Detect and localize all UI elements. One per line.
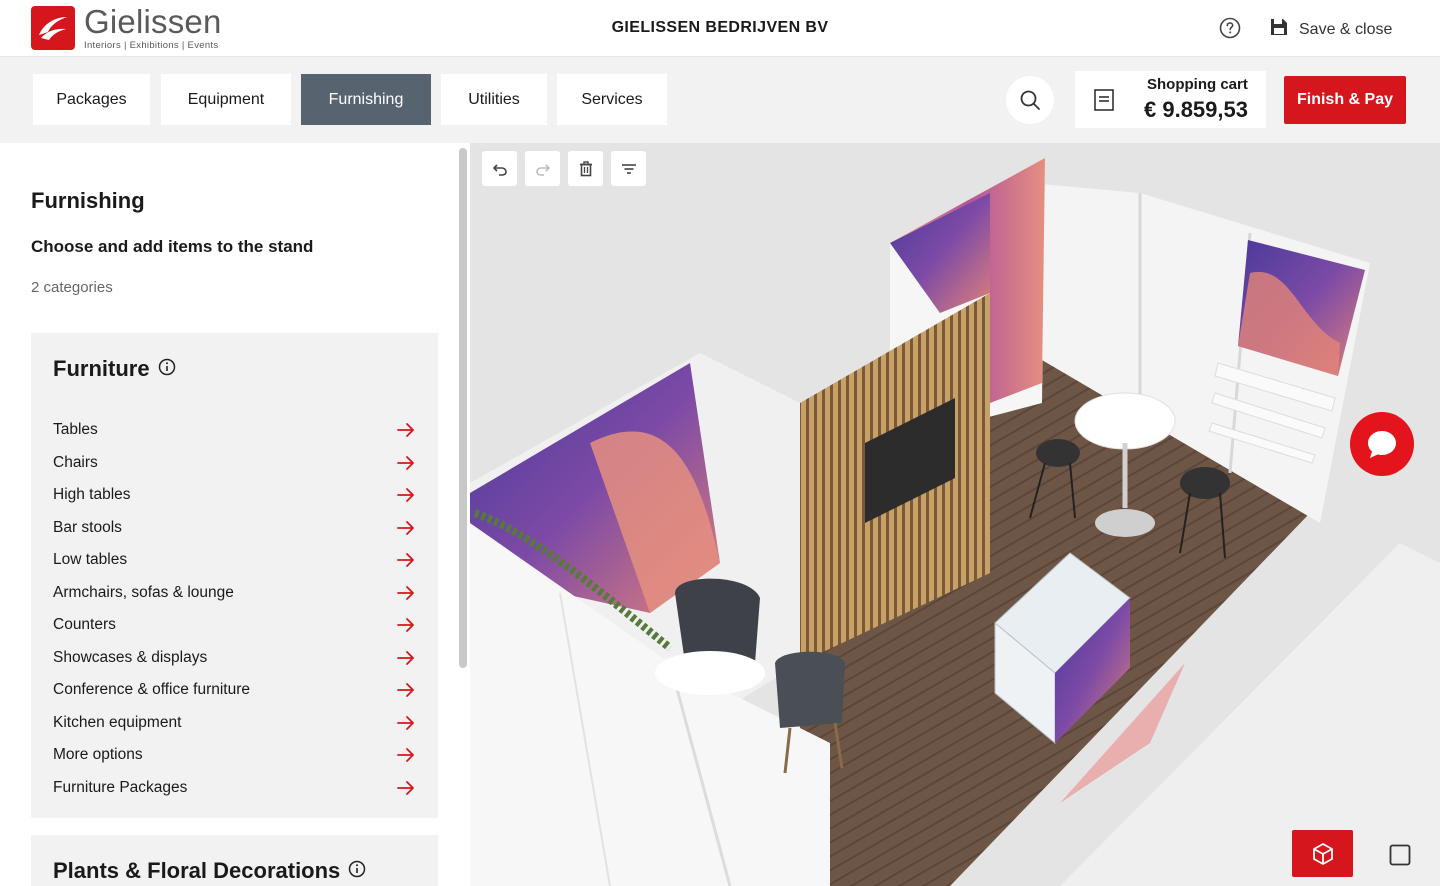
tab-services[interactable]: Services xyxy=(557,74,667,125)
furniture-item-label: Low tables xyxy=(53,551,128,568)
furniture-item[interactable]: Counters xyxy=(53,612,415,638)
floppy-disk-icon xyxy=(1270,18,1288,41)
arrow-right-icon xyxy=(397,715,414,730)
category-count: 2 categories xyxy=(31,279,113,296)
furniture-item-label: Conference & office furniture xyxy=(53,681,251,698)
undo-icon xyxy=(492,163,507,176)
cart-label: Shopping cart xyxy=(1147,76,1248,93)
panel-title: Furnishing xyxy=(31,188,145,213)
furniture-item[interactable]: Chairs xyxy=(53,450,415,476)
furniture-item[interactable]: Low tables xyxy=(53,547,415,573)
redo-button[interactable] xyxy=(525,151,560,186)
search-icon xyxy=(1020,90,1040,110)
nav-bar: Packages Equipment Furnishing Utilities … xyxy=(0,57,1440,143)
undo-button[interactable] xyxy=(482,151,517,186)
view-2d-button[interactable] xyxy=(1386,841,1414,869)
furniture-item-label: Tables xyxy=(53,421,98,438)
info-icon[interactable] xyxy=(158,356,176,382)
arrow-right-icon xyxy=(397,455,414,470)
arrow-right-icon xyxy=(397,618,414,632)
arrow-right-icon xyxy=(397,553,414,567)
arrow-right-icon xyxy=(397,585,414,600)
panel-subtitle: Choose and add items to the stand xyxy=(31,237,314,256)
filter-icon xyxy=(621,163,636,174)
finish-pay-button[interactable]: Finish & Pay xyxy=(1284,76,1406,124)
arrow-right-icon xyxy=(397,780,414,795)
furniture-item-label: Armchairs, sofas & lounge xyxy=(53,583,234,601)
furniture-title: Furniture xyxy=(53,356,176,382)
tab-furnishing[interactable]: Furnishing xyxy=(301,74,431,125)
furniture-item[interactable]: High tables xyxy=(53,482,415,508)
arrow-right-icon xyxy=(397,488,414,502)
save-close-label: Save & close xyxy=(1299,20,1393,38)
save-close-button[interactable]: Save & close xyxy=(1270,18,1392,41)
cart-total: € 9.859,53 xyxy=(1144,97,1248,122)
view-3d-button[interactable] xyxy=(1292,830,1353,877)
shopping-cart[interactable]: Shopping cart € 9.859,53 xyxy=(1075,71,1266,128)
trash-icon xyxy=(579,160,592,176)
search-button[interactable] xyxy=(1006,76,1054,124)
furniture-title-text: Furniture xyxy=(53,356,150,381)
tab-equipment[interactable]: Equipment xyxy=(161,74,291,125)
logo-tagline: Interiors | Exhibitions | Events xyxy=(84,40,219,51)
furniture-item[interactable]: Tables xyxy=(53,417,415,443)
chat-button[interactable] xyxy=(1350,412,1414,476)
arrow-right-icon xyxy=(397,650,414,665)
furniture-card: Furniture Tables Chairs High tables Bar sto… xyxy=(31,333,438,818)
arrow-right-icon xyxy=(397,748,414,762)
chat-bubble-icon xyxy=(1368,431,1396,458)
stand-3d-render xyxy=(470,158,1440,886)
delete-button[interactable] xyxy=(568,151,603,186)
furniture-item[interactable]: Armchairs, sofas & lounge xyxy=(53,580,415,606)
furniture-item[interactable]: Conference & office furniture xyxy=(53,677,415,703)
cube-icon xyxy=(1312,842,1333,865)
plants-title-text: Plants & Floral Decorations xyxy=(53,858,341,883)
furniture-item-label: Bar stools xyxy=(53,518,122,536)
furniture-item-label: Kitchen equipment xyxy=(53,713,182,731)
furniture-item-label: Counters xyxy=(53,616,116,633)
redo-icon xyxy=(535,163,550,176)
plants-card: Plants & Floral Decorations xyxy=(31,835,438,886)
furniture-item-label: Showcases & displays xyxy=(53,648,208,666)
furnishing-panel: Furnishing Choose and add items to the s… xyxy=(0,143,470,886)
question-circle-icon[interactable] xyxy=(1219,17,1241,39)
filter-button[interactable] xyxy=(611,151,646,186)
arrow-right-icon xyxy=(397,520,414,535)
receipt-icon xyxy=(1094,89,1114,116)
info-icon[interactable] xyxy=(348,858,366,884)
plants-title: Plants & Floral Decorations xyxy=(53,858,366,884)
tab-utilities[interactable]: Utilities xyxy=(441,74,547,125)
tab-packages[interactable]: Packages xyxy=(33,74,150,125)
furniture-item[interactable]: Showcases & displays xyxy=(53,645,415,671)
top-header: Gielissen Interiors | Exhibitions | Even… xyxy=(0,0,1440,57)
furniture-item[interactable]: Furniture Packages xyxy=(53,775,415,801)
furniture-item[interactable]: Kitchen equipment xyxy=(53,710,415,736)
furniture-item-label: More options xyxy=(53,746,143,763)
arrow-right-icon xyxy=(397,423,414,437)
furniture-item-label: High tables xyxy=(53,486,131,503)
arrow-right-icon xyxy=(397,683,414,697)
square-icon xyxy=(1389,844,1411,866)
furniture-item[interactable]: More options xyxy=(53,742,415,768)
stand-3d-canvas[interactable] xyxy=(470,143,1440,886)
furniture-item-label: Chairs xyxy=(53,453,98,471)
panel-scrollbar[interactable] xyxy=(459,148,467,668)
furniture-item[interactable]: Bar stools xyxy=(53,515,415,541)
furniture-item-label: Furniture Packages xyxy=(53,778,188,796)
